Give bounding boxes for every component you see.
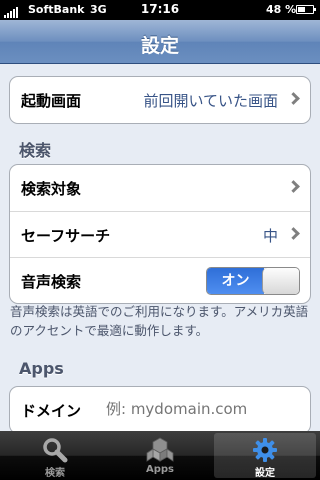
search-group: 検索対象 セーフサーチ 中 音声検索 オン — [9, 164, 311, 304]
domain-input[interactable] — [106, 400, 301, 418]
cubes-icon — [146, 437, 174, 462]
apps-group: ドメイン — [9, 386, 311, 431]
tab-settings[interactable]: 設定 — [214, 433, 316, 479]
voice-search-toggle[interactable]: オン — [206, 267, 300, 295]
safesearch-value: 中 — [262, 227, 278, 245]
startup-screen-label: 起動画面 — [21, 92, 82, 110]
tab-settings-label: 設定 — [255, 468, 275, 479]
safesearch-label: セーフサーチ — [21, 227, 111, 245]
startup-screen-value: 前回開いていた画面 — [143, 92, 278, 110]
voice-search-row: 音声検索 オン — [10, 257, 310, 303]
tab-apps[interactable]: Apps — [109, 433, 211, 478]
tab-search-label: 検索 — [45, 468, 65, 479]
apps-section-header: Apps — [19, 359, 64, 378]
domain-row[interactable]: ドメイン — [10, 387, 310, 431]
voice-search-note: 音声検索は英語でのご利用になります。アメリカ英語のアクセントで最適に動作します。 — [10, 304, 309, 338]
search-target-label: 検索対象 — [21, 180, 82, 198]
tab-bar: 検索 Apps 設定 — [0, 431, 320, 480]
battery-percentage: 48 % — [266, 3, 297, 16]
gear-icon — [253, 438, 277, 462]
toggle-on-label: オン — [207, 268, 264, 294]
tab-apps-label: Apps — [145, 464, 174, 475]
search-target-row[interactable]: 検索対象 — [10, 165, 310, 211]
chevron-right-icon — [287, 92, 300, 105]
voice-search-label: 音声検索 — [21, 273, 82, 291]
startup-group: 起動画面 前回開いていた画面 — [9, 76, 311, 124]
status-bar: SoftBank 3G 17:16 48 % — [0, 0, 320, 20]
chevron-right-icon — [287, 227, 300, 240]
navigation-bar: 設定 — [0, 20, 320, 64]
startup-screen-row[interactable]: 起動画面 前回開いていた画面 — [10, 77, 310, 123]
magnifier-icon — [43, 438, 68, 463]
page-title: 設定 — [140, 35, 179, 57]
chevron-right-icon — [287, 180, 300, 193]
domain-label: ドメイン — [21, 402, 82, 420]
toggle-knob[interactable] — [262, 268, 299, 294]
search-section-header: 検索 — [19, 141, 52, 160]
battery-icon — [296, 5, 316, 14]
tab-search[interactable]: 検索 — [4, 433, 106, 479]
safesearch-row[interactable]: セーフサーチ 中 — [10, 211, 310, 257]
settings-content[interactable]: 起動画面 前回開いていた画面 検索 検索対象 セーフサーチ 中 音声検索 オン … — [0, 64, 320, 431]
